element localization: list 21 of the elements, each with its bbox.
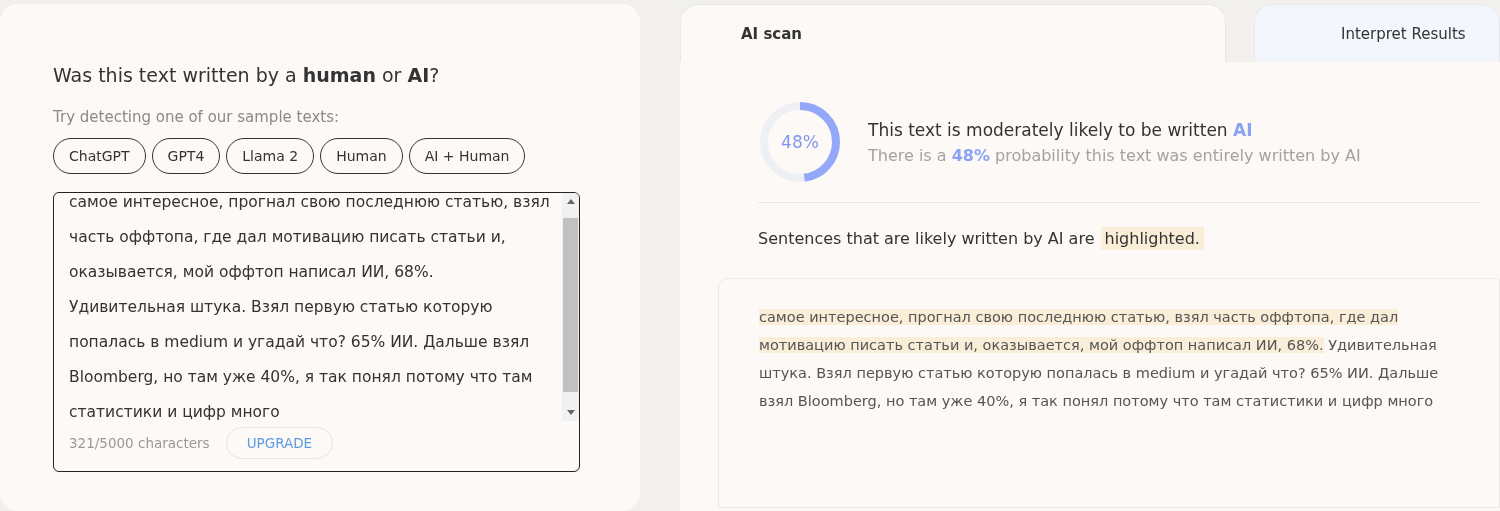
sample-button[interactable]: Human <box>320 138 403 174</box>
tab[interactable]: Interpret Results <box>1254 4 1500 62</box>
sample-button[interactable]: ChatGPT <box>53 138 146 174</box>
sample-button[interactable]: Llama 2 <box>226 138 315 174</box>
text-input-field[interactable] <box>53 192 580 472</box>
sample-button[interactable]: GPT4 <box>151 138 221 174</box>
input-text: самое интересное, прогнал свою последнюю статью, взял часть оффтопа, где дал мотивацию писать статьи и, оказывается, мой оффтоп написал ИИ, 68%. Удивительная штука. Взял первую статью которую попалась в medium и угадай что? 65% ИИ. Дальше взял Bloomberg, но там уже 40%, я так понял потому что там статистики и цифр много <box>68 193 551 421</box>
sample-button[interactable]: AI + Human <box>408 138 526 174</box>
scroll-up-icon[interactable] <box>566 199 575 204</box>
scrollbar[interactable] <box>562 193 579 421</box>
character-counter: 321/5000 characters <box>69 435 210 451</box>
result-headline: This text is moderately likely to be written AI <box>868 119 1254 140</box>
result-detail: There is a 48% probability this text was entirely written by AI <box>868 145 1361 165</box>
tab[interactable]: AI scan <box>680 4 1226 62</box>
question-heading: Was this text written by a human or AI? <box>53 64 441 86</box>
samples-label: Try detecting one of our sample texts: <box>53 108 341 126</box>
legend-text: Sentences that are likely written by AI are <box>758 229 1095 248</box>
scroll-down-icon[interactable] <box>566 410 575 415</box>
probability-gauge: 48% <box>758 100 842 184</box>
highlight-sample: highlighted. <box>1100 227 1204 250</box>
analyzed-text: самое интересное, прогнал свою последнюю статью, взял часть оффтопа, где дал мотивацию писать статьи и, оказывается, мой оффтоп написал ИИ, 68%. Удивительная штука. Взял первую статью которую попалась в medium и угадай что? 65% ИИ. Дальше взял Bloomberg, но там уже 40%, я так понял потому что там статистики и цифр много <box>759 308 1439 411</box>
